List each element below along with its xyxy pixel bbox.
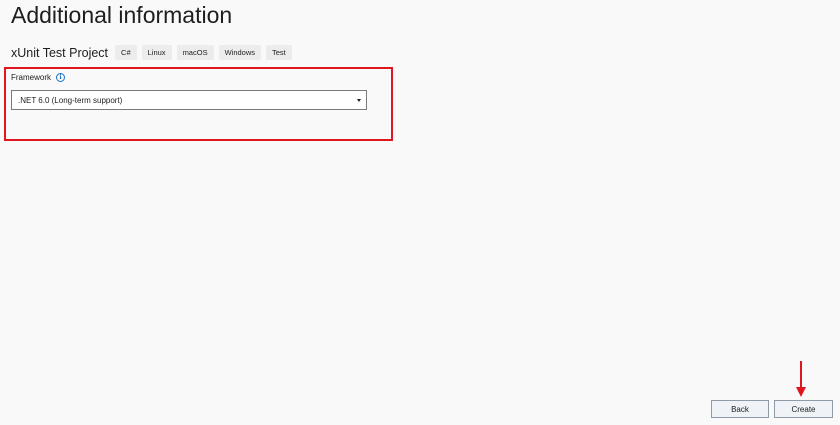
tag-csharp: C#	[115, 45, 137, 60]
tag-windows: Windows	[218, 45, 262, 60]
info-icon[interactable]: i	[56, 73, 66, 82]
tag-test: Test	[266, 45, 292, 60]
project-name: xUnit Test Project	[11, 45, 109, 60]
project-info-row: xUnit Test Project C# Linux macOS Window…	[11, 45, 297, 60]
page-title: Additional information	[11, 2, 233, 28]
annotation-arrow-icon	[796, 361, 806, 397]
framework-dropdown[interactable]: .NET 6.0 (Long-term support)	[11, 90, 367, 110]
chevron-down-icon	[357, 98, 361, 102]
framework-label: Framework	[11, 73, 52, 82]
back-button[interactable]: Back	[711, 400, 769, 418]
framework-label-row: Framework i	[11, 73, 66, 82]
additional-information-page: Additional information xUnit Test Projec…	[0, 0, 840, 425]
create-button[interactable]: Create	[774, 400, 833, 418]
tag-macos: macOS	[176, 45, 214, 60]
framework-selected-value: .NET 6.0 (Long-term support)	[18, 95, 123, 105]
tag-linux: Linux	[141, 45, 172, 60]
